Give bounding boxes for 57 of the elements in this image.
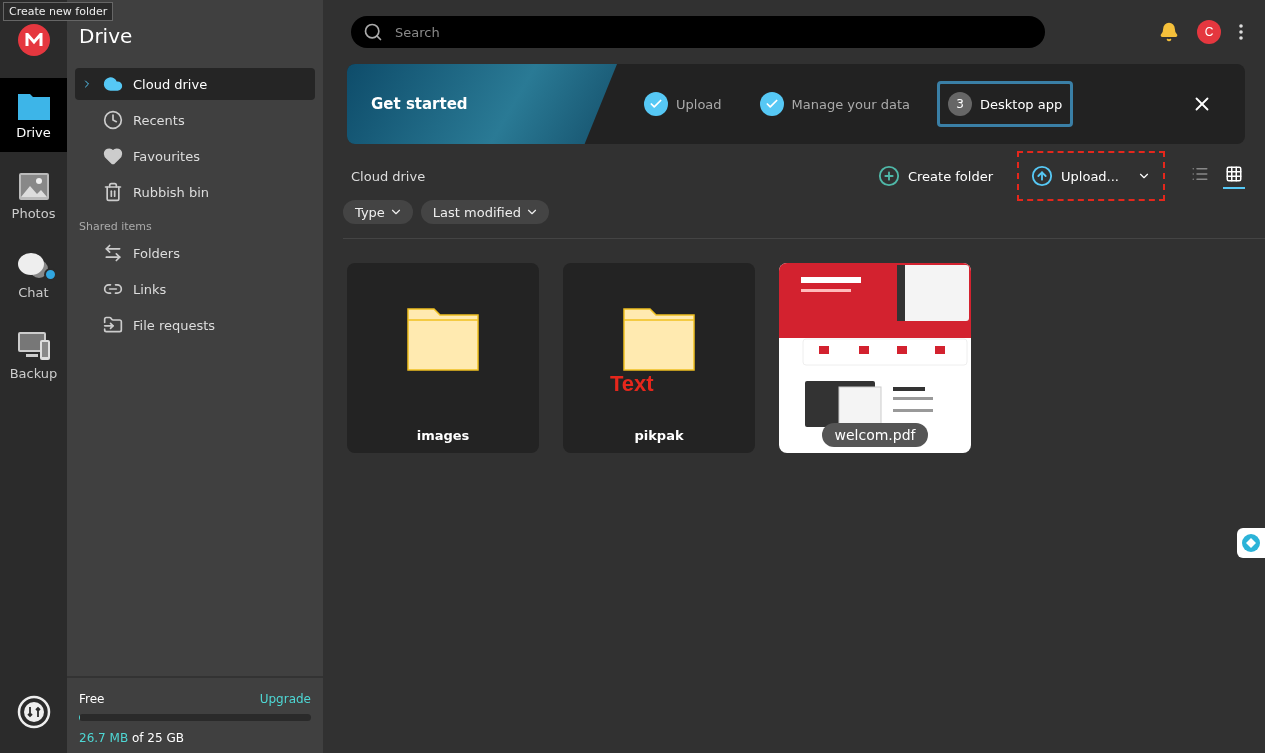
section-label: Shared items	[79, 220, 153, 233]
file-name: pikpak	[634, 428, 684, 443]
sidebar-item[interactable]: File requests	[75, 309, 315, 341]
rail-tab[interactable]: Chat	[0, 238, 67, 312]
create-folder-button[interactable]: Create folder	[871, 161, 1000, 191]
sidebar-item[interactable]: Recents	[75, 104, 315, 136]
file-name: welcom.pdf	[822, 423, 928, 447]
onboarding-step[interactable]: 3 Desktop app	[937, 81, 1074, 127]
plan-label: Free	[79, 692, 105, 706]
sidebar-item[interactable]: Links	[75, 273, 315, 305]
grid-icon	[1225, 165, 1243, 183]
heart-icon	[103, 146, 123, 166]
search-icon	[363, 22, 383, 42]
more-menu-button[interactable]	[1237, 22, 1245, 42]
upload-button[interactable]: Upload...	[1019, 153, 1163, 199]
tooltip: Create new folder	[3, 2, 114, 21]
rail-tab[interactable]: Photos	[0, 158, 67, 232]
sidebar-item[interactable]: Folders	[75, 237, 315, 269]
rail-tab[interactable]: Backup	[0, 318, 67, 392]
sidebar-item[interactable]: Rubbish bin	[75, 176, 315, 208]
upgrade-link[interactable]: Upgrade	[259, 692, 311, 706]
file-name: images	[416, 428, 470, 443]
storage-text: 26.7 MB of 25 GB	[79, 731, 185, 745]
search-field[interactable]: Search	[351, 16, 1045, 48]
bell-icon	[1159, 22, 1179, 42]
arrows-icon	[103, 243, 123, 263]
file-card[interactable]: welcom.pdf	[779, 263, 971, 453]
upload-icon	[1031, 165, 1054, 187]
breadcrumb: Cloud drive	[351, 168, 426, 184]
cloud-icon	[103, 74, 123, 94]
folder-icon	[407, 307, 479, 371]
annotation-text: Text	[610, 371, 654, 397]
onboarding-step[interactable]: Upload	[633, 81, 733, 127]
avatar[interactable]: C	[1197, 20, 1221, 44]
section-title: Drive	[79, 24, 134, 50]
folder-card[interactable]: Text pikpak	[563, 263, 755, 453]
banner-title: Get started	[371, 95, 468, 113]
filter-chip[interactable]: Last modified	[420, 200, 549, 224]
clock-icon	[103, 110, 123, 130]
sidebar-item[interactable]: Favourites	[75, 140, 315, 172]
more-icon	[1239, 24, 1243, 40]
folder-arrow-icon	[103, 315, 123, 335]
folder-icon	[623, 307, 695, 371]
step-number: 3	[948, 92, 972, 116]
rail-tab[interactable]: Drive	[0, 78, 67, 152]
trash-icon	[103, 182, 123, 202]
sidebar-item[interactable]: Cloud drive	[75, 68, 315, 100]
chat-bubbles-icon	[16, 250, 51, 281]
app-logo[interactable]	[17, 24, 50, 56]
plus-circle-icon	[877, 165, 900, 187]
search-input[interactable]: Search	[393, 23, 1033, 41]
onboarding-step[interactable]: Manage your data	[748, 81, 921, 127]
sync-icon[interactable]	[16, 695, 51, 729]
filter-chip[interactable]: Type	[343, 200, 413, 224]
list-icon	[1191, 165, 1209, 183]
folder-card[interactable]: images	[347, 263, 539, 453]
computer-phone-icon	[15, 329, 52, 362]
